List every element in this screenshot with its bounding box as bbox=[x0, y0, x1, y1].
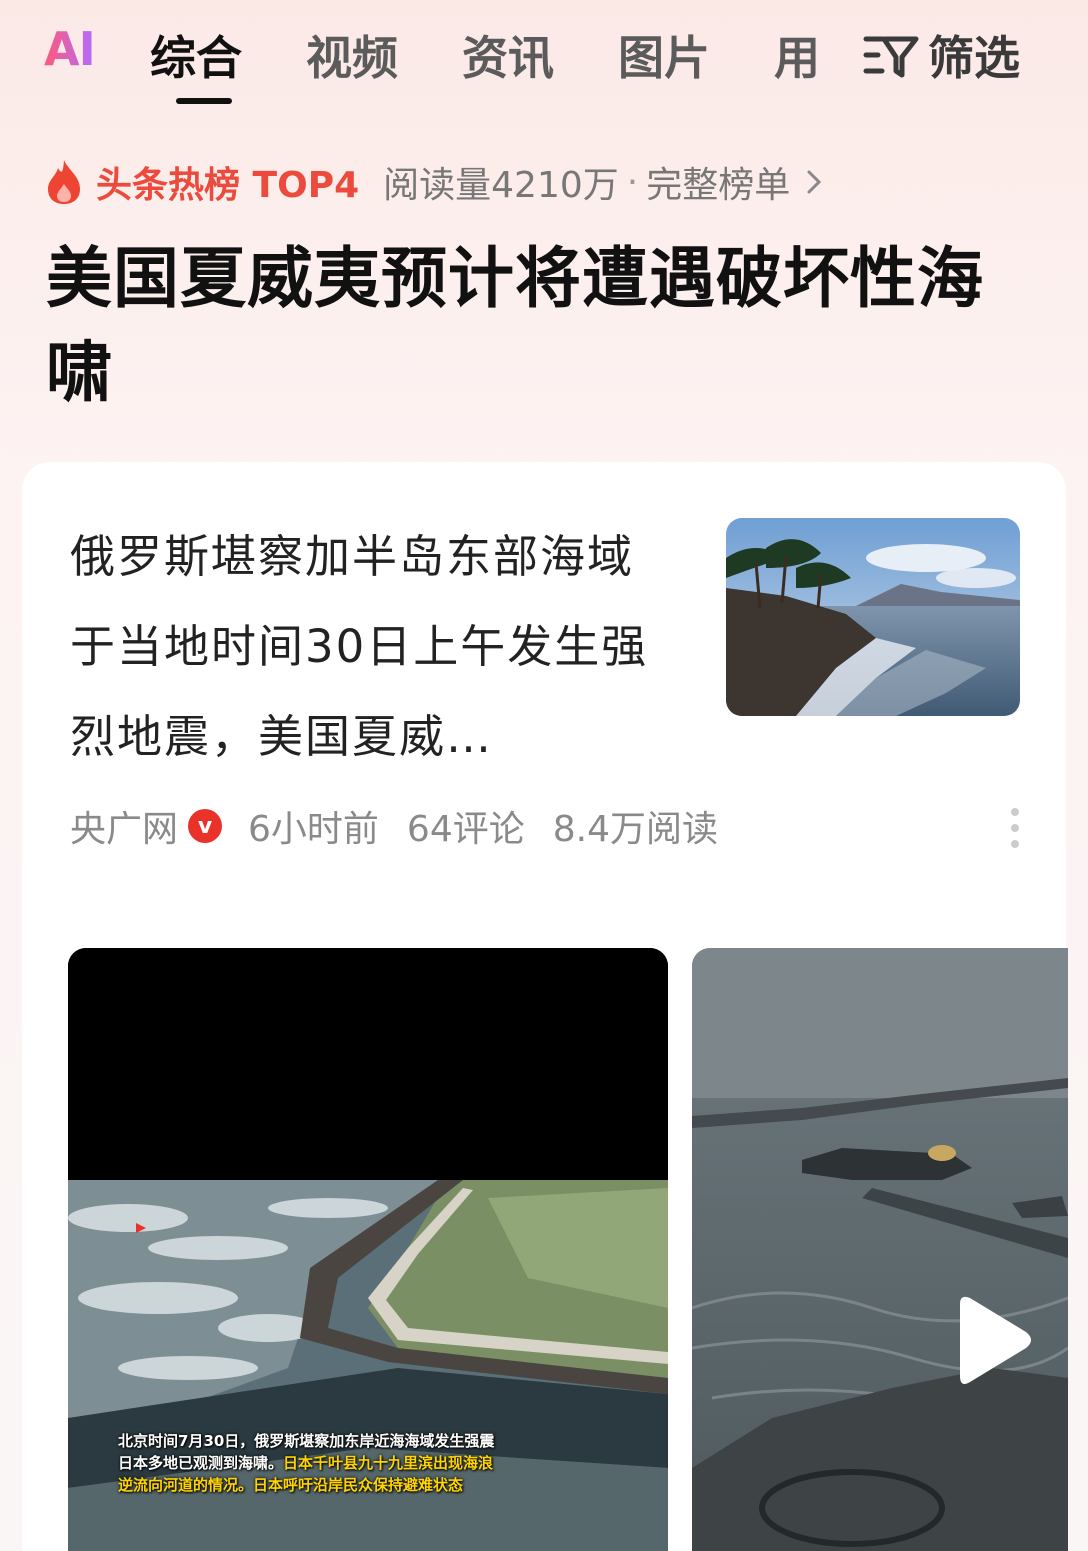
hotlist-label: 头条热榜 TOP4 bbox=[96, 165, 360, 206]
tab-news[interactable]: 资讯 bbox=[462, 22, 554, 88]
active-tab-indicator bbox=[176, 98, 232, 104]
tab-video[interactable]: 视频 bbox=[306, 22, 398, 88]
flame-icon bbox=[48, 160, 80, 204]
full-list-link[interactable]: 完整榜单 bbox=[646, 156, 790, 208]
video-caption-line-2: 日本多地已观测到海啸。日本千叶县九十九里滨出现海浪 bbox=[118, 1454, 494, 1472]
tab-general[interactable]: 综合 bbox=[150, 22, 242, 88]
hotlist-read-count: 阅读量4210万 bbox=[383, 165, 619, 206]
publish-time: 6小时前 bbox=[248, 809, 379, 850]
harbor-tsunami-image bbox=[692, 948, 1068, 1551]
filter-label: 筛选 bbox=[928, 31, 1020, 85]
top-tab-bar: AI 综合 视频 资讯 图片 用 筛选 bbox=[0, 0, 1088, 110]
more-vertical-icon[interactable] bbox=[1008, 806, 1022, 850]
filter-button[interactable]: 筛选 bbox=[862, 22, 1020, 88]
separator-dot: · bbox=[626, 161, 639, 203]
hotlist-row[interactable]: 头条热榜 TOP4 阅读量4210万 · 完整榜单 bbox=[44, 156, 824, 208]
chevron-right-icon bbox=[807, 170, 822, 194]
video-caption-line-3: 逆流向河道的情况。日本呼吁沿岸民众保持避难状态 bbox=[118, 1476, 464, 1494]
tab-users[interactable]: 用 bbox=[774, 22, 820, 88]
article-meta: 央广网 v 6小时前 64评论 8.4万阅读 bbox=[70, 800, 718, 852]
video-thumbnail-2[interactable] bbox=[692, 948, 1068, 1551]
tab-images[interactable]: 图片 bbox=[618, 22, 710, 88]
video-caption-line-1: 北京时间7月30日，俄罗斯堪察加东岸近海海域发生强震 bbox=[118, 1432, 495, 1450]
video-thumbnail-1[interactable]: 北京时间7月30日，俄罗斯堪察加东岸近海海域发生强震 日本多地已观测到海啸。日本… bbox=[68, 948, 668, 1551]
article-thumbnail[interactable] bbox=[726, 518, 1020, 716]
hot-topic-headline[interactable]: 美国夏威夷预计将遭遇破坏性海啸 bbox=[46, 232, 1036, 420]
ai-tab[interactable]: AI bbox=[44, 22, 96, 76]
filter-icon bbox=[863, 36, 919, 78]
comment-count: 64评论 bbox=[406, 809, 525, 850]
beach-image bbox=[726, 518, 1020, 716]
verified-badge: v bbox=[188, 809, 223, 843]
read-count: 8.4万阅读 bbox=[552, 809, 718, 850]
article-summary[interactable]: 俄罗斯堪察加半岛东部海域于当地时间30日上午发生强烈地震，美国夏威… bbox=[70, 512, 670, 782]
source-name[interactable]: 央广网 bbox=[70, 800, 178, 852]
